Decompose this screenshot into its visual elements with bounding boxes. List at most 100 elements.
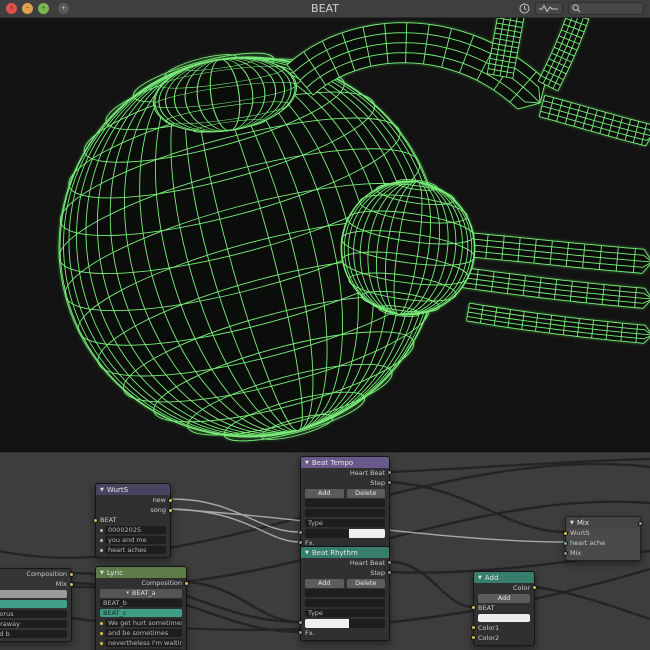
lyric-row[interactable]: hear faraway	[0, 620, 67, 628]
collapse-icon[interactable]: ▼	[305, 460, 309, 466]
input-label-mix: Mix	[570, 549, 582, 557]
beat-c-field[interactable]: BEAT_c	[0, 600, 67, 608]
socket-in-fx1[interactable]	[298, 620, 303, 625]
type-field[interactable]: Type	[305, 519, 385, 527]
beat-b-field[interactable]: BEAT_b	[0, 590, 67, 598]
node-editor-panel[interactable]: ▼ WurtS new song BEAT 00002025 you and me…	[0, 452, 650, 650]
node-title: Lyric	[106, 568, 123, 577]
minimize-icon: −	[25, 5, 30, 12]
socket-in-fx1[interactable]	[298, 530, 303, 535]
node-title: Add	[484, 573, 499, 582]
type-field[interactable]: Type	[305, 609, 385, 617]
input-label-color2: Color2	[478, 634, 500, 642]
value-slider[interactable]	[305, 618, 385, 628]
waveform-button[interactable]	[535, 2, 563, 15]
node-beat-tempo[interactable]: ▼ Beat Tempo Heart Beat Step Add Delete Ty…	[298, 456, 392, 551]
value-slider[interactable]	[305, 528, 385, 538]
value-field[interactable]: heart aches	[105, 546, 166, 554]
socket-out-song[interactable]	[168, 508, 173, 513]
socket-in-heart-ache[interactable]	[563, 541, 568, 546]
lyric-row[interactable]: and be sometimes	[105, 629, 182, 637]
socket-in-wurts[interactable]	[563, 531, 568, 536]
add-button[interactable]: Add	[305, 488, 344, 498]
socket-out-heart-beat[interactable]	[387, 470, 392, 475]
search-box[interactable]	[568, 2, 644, 15]
beat-dropdown[interactable]: ▾ BEAT_a	[100, 588, 182, 598]
node-lyric[interactable]: ▼ Lyric Composition ▾ BEAT_a BEAT_b BEAT_c…	[95, 566, 189, 650]
socket-out-heart-beat[interactable]	[387, 560, 392, 565]
socket-out-step[interactable]	[387, 570, 392, 575]
list-row[interactable]	[305, 499, 385, 507]
new-workspace-button[interactable]: +	[58, 3, 69, 14]
node-mix[interactable]: ▼ Mix WurtS heart ache Mix	[563, 516, 643, 561]
value-field[interactable]: 00002025	[105, 526, 166, 534]
socket-out-mix[interactable]	[638, 521, 643, 526]
viewport-3d[interactable]	[0, 18, 650, 452]
plus-icon: +	[61, 5, 66, 12]
node-composition[interactable]: Composition Mix BEAT_b BEAT_c BEAT_choru…	[0, 568, 74, 642]
add-button[interactable]: Add	[478, 593, 530, 603]
search-input[interactable]	[584, 4, 640, 13]
socket-out-new[interactable]	[168, 498, 173, 503]
input-label-beat: BEAT	[478, 604, 495, 612]
add-button[interactable]: Add	[305, 578, 344, 588]
socket-in-beat[interactable]	[471, 605, 476, 610]
socket-in-fx2[interactable]	[298, 630, 303, 635]
node-header[interactable]: ▼ WurtS	[96, 484, 170, 495]
socket-out-step[interactable]	[387, 480, 392, 485]
socket-out-color[interactable]	[532, 585, 537, 590]
delete-button[interactable]: Delete	[346, 578, 385, 588]
color-swatch[interactable]	[478, 614, 530, 622]
node-add[interactable]: ▼ Add Color Add BEAT Color1 Color2	[471, 571, 537, 646]
output-label-song: song	[150, 506, 166, 514]
list-row[interactable]	[305, 509, 385, 517]
node-header[interactable]: ▼ Mix	[566, 517, 640, 528]
socket-in-beat[interactable]	[93, 518, 98, 523]
beat-b-row[interactable]: BEAT_b	[100, 599, 182, 607]
zoom-button[interactable]: +	[38, 3, 49, 14]
heart-wireframe	[58, 18, 650, 442]
node-title: Beat Tempo	[311, 458, 354, 467]
value-field[interactable]: you and me	[105, 536, 166, 544]
beat-c-row[interactable]: BEAT_c	[100, 609, 182, 617]
socket-in-fx2[interactable]	[298, 540, 303, 545]
node-beat-rhythm[interactable]: ▼ Beat Rhythm Heart Beat Step Add Delete T…	[298, 546, 392, 641]
lyric-row[interactable]: pursued b	[0, 630, 67, 638]
node-header[interactable]: ▼ Beat Rhythm	[301, 547, 389, 558]
option-dot	[100, 528, 103, 532]
node-header[interactable]: ▼ Lyric	[96, 567, 186, 578]
node-title: WurtS	[106, 485, 129, 494]
node-wurts[interactable]: ▼ WurtS new song BEAT 00002025 you and me…	[93, 483, 173, 558]
window-controls: × − + +	[6, 3, 69, 14]
output-label-composition: Composition	[141, 579, 182, 587]
lyric-row[interactable]: nevertheless I'm waiting	[105, 639, 182, 647]
socket-out-composition[interactable]	[69, 572, 74, 577]
search-icon	[572, 4, 581, 13]
collapse-icon[interactable]: ▼	[100, 487, 104, 493]
lyric-dot	[100, 621, 103, 625]
socket-in-mix[interactable]	[563, 551, 568, 556]
collapse-icon[interactable]: ▼	[478, 575, 482, 581]
socket-in-color1[interactable]	[471, 625, 476, 630]
socket-out-composition[interactable]	[184, 581, 189, 586]
list-row[interactable]	[305, 589, 385, 597]
node-header[interactable]: ▼ Beat Tempo	[301, 457, 389, 468]
node-header[interactable]: ▼ Add	[474, 572, 534, 583]
collapse-icon[interactable]: ▼	[570, 520, 574, 526]
node-title: Mix	[576, 518, 589, 527]
close-button[interactable]: ×	[6, 3, 17, 14]
beat-chorus-field[interactable]: BEAT_chorus	[0, 610, 67, 618]
delete-button[interactable]: Delete	[346, 488, 385, 498]
clock-icon[interactable]	[519, 0, 530, 18]
minimize-button[interactable]: −	[22, 3, 33, 14]
socket-out-mix[interactable]	[69, 582, 74, 587]
socket-in-color2[interactable]	[471, 635, 476, 640]
input-label-beat: BEAT	[100, 516, 117, 524]
list-row[interactable]	[305, 599, 385, 607]
collapse-icon[interactable]: ▼	[305, 550, 309, 556]
option-dot	[100, 538, 103, 542]
waveform-icon	[539, 4, 558, 13]
collapse-icon[interactable]: ▼	[100, 570, 104, 576]
lyric-row[interactable]: We get hurt sometimes	[105, 619, 182, 627]
output-label-mix: Mix	[55, 580, 67, 588]
